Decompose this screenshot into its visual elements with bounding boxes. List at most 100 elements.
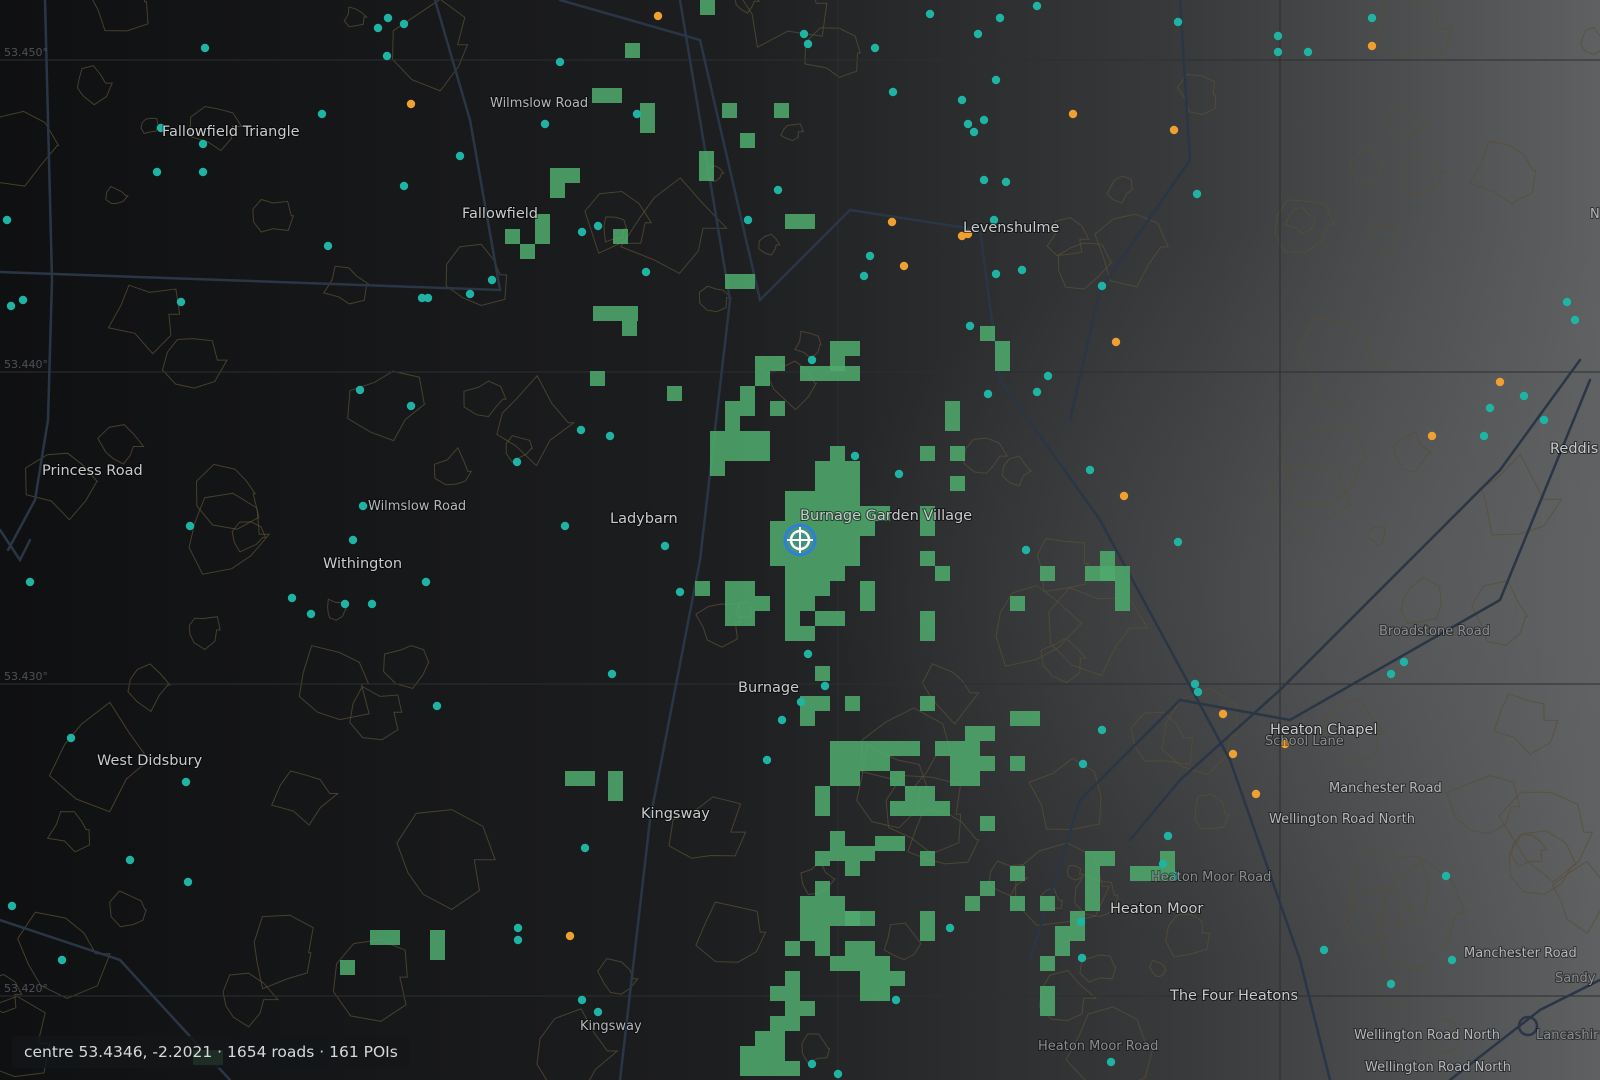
green-cell [725,611,755,626]
poi-marker [465,289,475,299]
green-cell [830,341,860,356]
green-cell [845,941,875,956]
poi-marker [540,119,550,129]
poi-marker [25,577,35,587]
green-cell [830,446,845,461]
place-label: Princess Road [42,463,143,479]
green-cell [980,881,995,896]
green-cell [845,861,860,876]
place-label: Kingsway [641,806,710,822]
poi-marker [799,29,809,39]
poi-marker [513,935,523,945]
poi-marker [198,167,208,177]
green-cell [722,103,737,118]
green-cell [965,726,995,741]
lat-label: 53.420° [4,982,48,995]
green-cell [830,831,845,846]
poi-marker [1068,109,1078,119]
poi-marker [565,931,575,941]
green-cell [935,741,980,756]
poi-marker [807,355,817,365]
poi-marker [963,119,973,129]
poi-marker [641,267,651,277]
poi-marker [887,217,897,227]
green-cell [740,133,755,148]
poi-marker [1163,831,1173,841]
lat-label: 53.440° [4,358,48,371]
green-cell [920,696,935,711]
green-cell [1010,866,1025,881]
poi-marker [1427,431,1437,441]
green-cell [980,816,995,831]
poi-marker [1273,47,1283,57]
poi-marker [1097,281,1107,291]
road-label: Wilmslow Road [490,96,588,111]
green-cell [1085,881,1100,911]
poi-marker [973,29,983,39]
green-cell [593,306,638,321]
poi-marker [1303,47,1313,57]
green-cell [815,476,860,491]
road-label: Manchester Road [1329,781,1442,796]
road-label: Wilmslow Road [368,499,466,514]
poi-marker [1190,679,1200,689]
green-cell [800,896,845,911]
poi-marker [1495,377,1505,387]
green-cell [770,1016,800,1031]
poi-marker [7,901,17,911]
place-label: Burnage [738,680,799,696]
green-cell [770,551,860,566]
map-svg[interactable]: 53.450° 53.440° 53.430° 53.420° Wilmslow… [0,0,1600,1080]
poi-marker [983,389,993,399]
poi-marker [1485,403,1495,413]
poi-marker [367,599,377,609]
poi-marker [1251,789,1261,799]
place-label: Fallowfield [462,206,538,222]
green-cell [815,666,830,681]
poi-marker [1119,491,1129,501]
green-cell [1010,756,1025,771]
status-bar: centre 53.4346, -2.2021 · 1654 roads · 1… [12,1036,410,1068]
green-cell [785,566,845,581]
poi-marker [421,577,431,587]
green-cell [613,229,628,244]
green-cell [520,244,535,259]
green-cell [370,930,400,945]
poi-marker [865,251,875,261]
map-canvas[interactable]: 53.450° 53.440° 53.430° 53.420° Wilmslow… [0,0,1600,1080]
poi-marker [1106,1057,1116,1067]
poi-marker [593,1007,603,1017]
road-label: Wellington Road North [1365,1060,1511,1075]
poi-marker [57,955,67,965]
green-cell [920,911,935,941]
poi-marker [183,877,193,887]
poi-marker [660,541,670,551]
poi-marker [382,51,392,61]
green-cell [965,896,980,911]
poi-marker [1228,749,1238,759]
centre-marker[interactable] [783,523,817,557]
poi-marker [423,293,433,303]
poi-marker [859,271,869,281]
poi-marker [198,139,208,149]
green-cell [815,801,830,816]
green-cell [695,581,710,596]
green-cell [995,341,1010,371]
poi-marker [323,241,333,251]
green-cell [945,401,960,431]
poi-marker [1111,337,1121,347]
poi-marker [1078,759,1088,769]
green-cell [725,416,740,431]
poi-marker [487,275,497,285]
green-cell [1085,566,1130,581]
road-label: N [1590,207,1600,222]
green-cell [800,711,815,726]
poi-marker [607,669,617,679]
green-cell [830,956,890,971]
green-cell [1010,896,1025,911]
road-label: Heaton Moor Road [1151,870,1271,885]
poi-marker [945,923,955,933]
green-cell [700,0,715,15]
road-label: Wellington Road North [1269,812,1415,827]
poi-marker [1386,669,1396,679]
